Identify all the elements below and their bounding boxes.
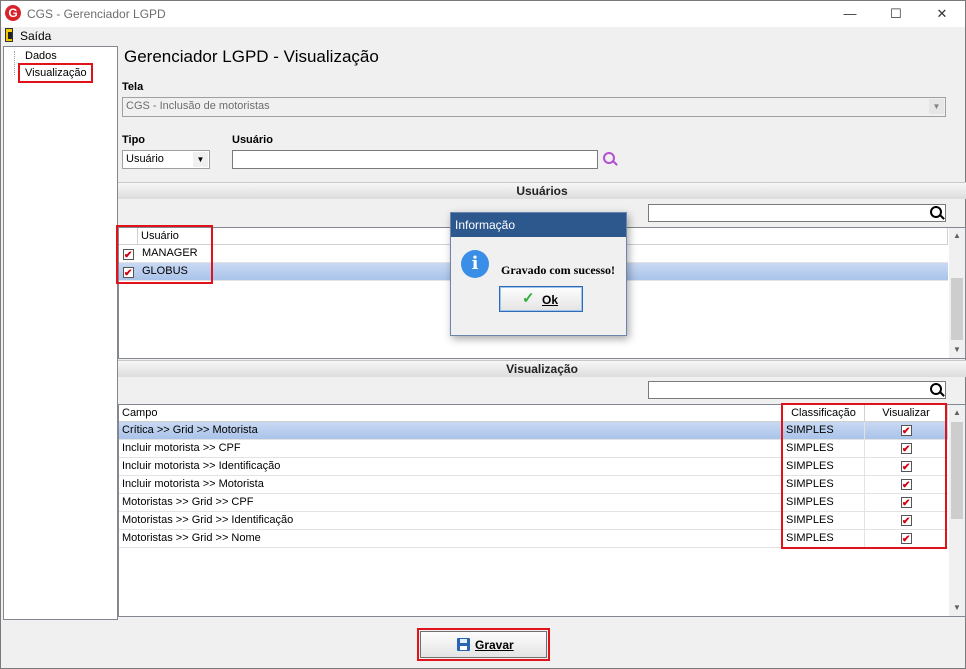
campo-cell: Motoristas >> Grid >> Identificação	[119, 512, 783, 530]
window-title: CGS - Gerenciador LGPD	[27, 7, 166, 21]
search-icon[interactable]	[930, 383, 946, 399]
info-dialog: Informação i Gravado com sucesso! ✓ Ok	[450, 212, 627, 336]
highlight-box	[781, 403, 947, 549]
menu-bar: Saída	[1, 27, 965, 45]
chevron-down-icon: ▼	[193, 152, 208, 167]
scroll-thumb[interactable]	[951, 422, 963, 519]
usuario-label: Usuário	[232, 134, 273, 146]
close-button[interactable]: ✕	[919, 1, 965, 27]
dialog-message: Gravado com sucesso!	[501, 263, 615, 277]
checkmark-icon: ✓	[522, 290, 535, 307]
tipo-label: Tipo	[122, 134, 146, 146]
chevron-down-icon: ▼	[929, 99, 944, 114]
tela-select-value: CGS - Inclusão de motoristas	[126, 100, 270, 112]
campo-cell: Incluir motorista >> Identificação	[119, 458, 783, 476]
campo-cell: Incluir motorista >> Motorista	[119, 476, 783, 494]
ok-button[interactable]: ✓ Ok	[499, 286, 583, 312]
app-window: G CGS - Gerenciador LGPD — ☐ ✕ Saída Dad…	[0, 0, 966, 669]
minimize-button[interactable]: —	[827, 1, 873, 27]
tree-item-dados[interactable]: Dados	[25, 50, 57, 62]
scroll-up-icon[interactable]: ▲	[949, 228, 965, 244]
search-icon[interactable]	[603, 152, 619, 168]
vertical-scrollbar[interactable]: ▲ ▼	[949, 405, 965, 616]
column-header-campo[interactable]: Campo	[119, 405, 783, 422]
campo-cell: Incluir motorista >> CPF	[119, 440, 783, 458]
tela-select[interactable]: CGS - Inclusão de motoristas ▼	[122, 97, 946, 117]
tela-label: Tela	[122, 81, 144, 93]
tipo-select[interactable]: Usuário ▼	[122, 150, 210, 169]
usuarios-section-header: Usuários	[118, 182, 966, 199]
highlight-box	[116, 225, 213, 284]
exit-door-icon	[5, 28, 13, 42]
page-title: Gerenciador LGPD - Visualização	[124, 47, 379, 66]
usuario-input[interactable]	[232, 150, 598, 169]
search-icon[interactable]	[930, 206, 946, 222]
campo-cell: Motoristas >> Grid >> CPF	[119, 494, 783, 512]
tree-connector	[14, 51, 15, 75]
maximize-button[interactable]: ☐	[873, 1, 919, 27]
scroll-down-icon[interactable]: ▼	[949, 342, 965, 358]
dialog-title: Informação	[451, 213, 626, 237]
campo-cell: Crítica >> Grid >> Motorista	[119, 422, 783, 440]
scroll-thumb[interactable]	[951, 278, 963, 340]
usuarios-search-input[interactable]	[648, 204, 946, 222]
navigation-tree: Dados Visualização	[3, 46, 118, 620]
highlight-box	[417, 628, 550, 661]
visualizacao-section-header: Visualização	[118, 360, 966, 377]
title-bar: G CGS - Gerenciador LGPD — ☐ ✕	[1, 1, 965, 27]
app-logo-icon: G	[5, 5, 21, 21]
menu-exit[interactable]: Saída	[20, 29, 51, 43]
vertical-scrollbar[interactable]: ▲ ▼	[949, 228, 965, 358]
campo-cell: Motoristas >> Grid >> Nome	[119, 530, 783, 548]
scroll-down-icon[interactable]: ▼	[949, 600, 965, 616]
ok-label: Ok	[542, 293, 559, 307]
visualizacao-search-input[interactable]	[648, 381, 946, 399]
highlight-box	[18, 63, 93, 83]
scroll-up-icon[interactable]: ▲	[949, 405, 965, 421]
tipo-select-value: Usuário	[126, 153, 164, 165]
info-icon: i	[461, 250, 489, 278]
